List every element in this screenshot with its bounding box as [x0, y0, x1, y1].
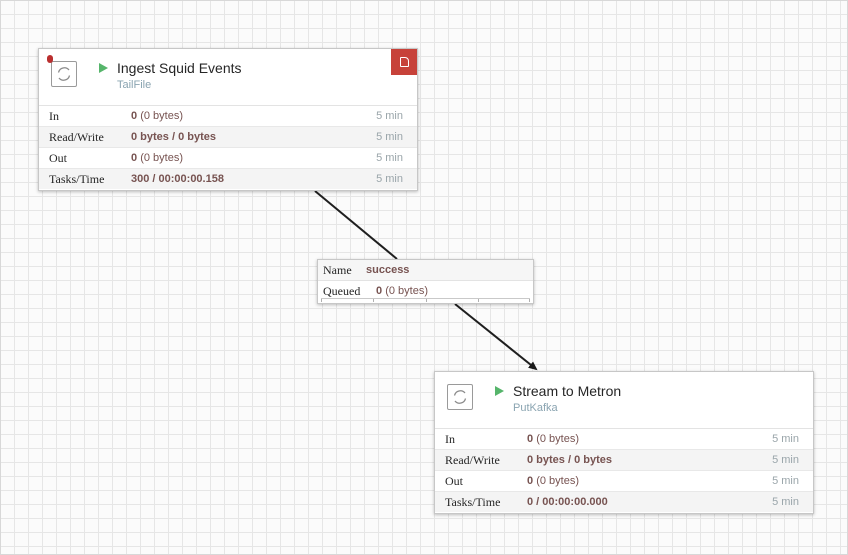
stat-label: Out	[445, 474, 463, 488]
stat-label: Tasks/Time	[49, 172, 105, 186]
connection-name-row: Name success	[318, 260, 533, 281]
processor-stream-to-metron[interactable]: Stream to Metron PutKafka In 0 (0 bytes)…	[434, 371, 814, 514]
processor-ingest-squid-events[interactable]: Ingest Squid Events TailFile In 0 (0 byt…	[38, 48, 418, 191]
run-icon	[495, 386, 504, 396]
stat-value: 300 / 00:00:00.158	[131, 173, 224, 185]
comment-icon[interactable]	[391, 49, 417, 75]
stat-time: 5 min	[376, 131, 403, 143]
stat-label: In	[49, 109, 59, 123]
queue-progress-bar	[321, 298, 530, 302]
stat-value: 0 (0 bytes)	[131, 152, 183, 164]
connection-success[interactable]: Name success Queued 0 (0 bytes)	[317, 259, 534, 304]
stat-row-tasks-time: Tasks/Time 300 / 00:00:00.158 5 min	[39, 169, 417, 189]
processor-stats: In 0 (0 bytes) 5 min Read/Write 0 bytes …	[435, 429, 813, 512]
stat-time: 5 min	[376, 110, 403, 122]
stat-label: Read/Write	[49, 130, 104, 144]
stat-time: 5 min	[772, 454, 799, 466]
stat-label: Tasks/Time	[445, 495, 501, 509]
processor-type: TailFile	[117, 79, 152, 91]
stat-label: Read/Write	[445, 453, 500, 467]
stat-value: 0 (0 bytes)	[527, 475, 579, 487]
stat-row-read-write: Read/Write 0 bytes / 0 bytes 5 min	[39, 127, 417, 148]
stat-row-out: Out 0 (0 bytes) 5 min	[39, 148, 417, 169]
stat-row-in: In 0 (0 bytes) 5 min	[39, 106, 417, 127]
stat-row-read-write: Read/Write 0 bytes / 0 bytes 5 min	[435, 450, 813, 471]
processor-header[interactable]: Ingest Squid Events TailFile	[39, 49, 417, 106]
processor-name: Stream to Metron	[513, 383, 622, 399]
stat-time: 5 min	[376, 173, 403, 185]
stat-value: 0 / 00:00:00.000	[527, 496, 608, 508]
stat-label: Out	[49, 151, 67, 165]
processor-stats: In 0 (0 bytes) 5 min Read/Write 0 bytes …	[39, 106, 417, 189]
processor-icon	[447, 384, 473, 410]
stat-label: In	[445, 432, 455, 446]
stat-time: 5 min	[772, 475, 799, 487]
stat-row-tasks-time: Tasks/Time 0 / 00:00:00.000 5 min	[435, 492, 813, 512]
processor-type: PutKafka	[513, 402, 558, 414]
processor-name: Ingest Squid Events	[117, 60, 242, 76]
stat-row-out: Out 0 (0 bytes) 5 min	[435, 471, 813, 492]
invalid-badge-icon[interactable]	[47, 55, 53, 63]
stat-value: 0 bytes / 0 bytes	[131, 131, 216, 143]
stat-value: 0 (0 bytes)	[527, 433, 579, 445]
stat-time: 5 min	[772, 433, 799, 445]
run-icon	[99, 63, 108, 73]
stat-time: 5 min	[772, 496, 799, 508]
processor-header[interactable]: Stream to Metron PutKafka	[435, 372, 813, 429]
connection-name-value: success	[366, 264, 410, 276]
stat-value: 0 (0 bytes)	[131, 110, 183, 122]
connection-name-label: Name	[323, 263, 352, 277]
processor-icon	[51, 61, 77, 87]
stat-time: 5 min	[376, 152, 403, 164]
stat-row-in: In 0 (0 bytes) 5 min	[435, 429, 813, 450]
stat-value: 0 bytes / 0 bytes	[527, 454, 612, 466]
